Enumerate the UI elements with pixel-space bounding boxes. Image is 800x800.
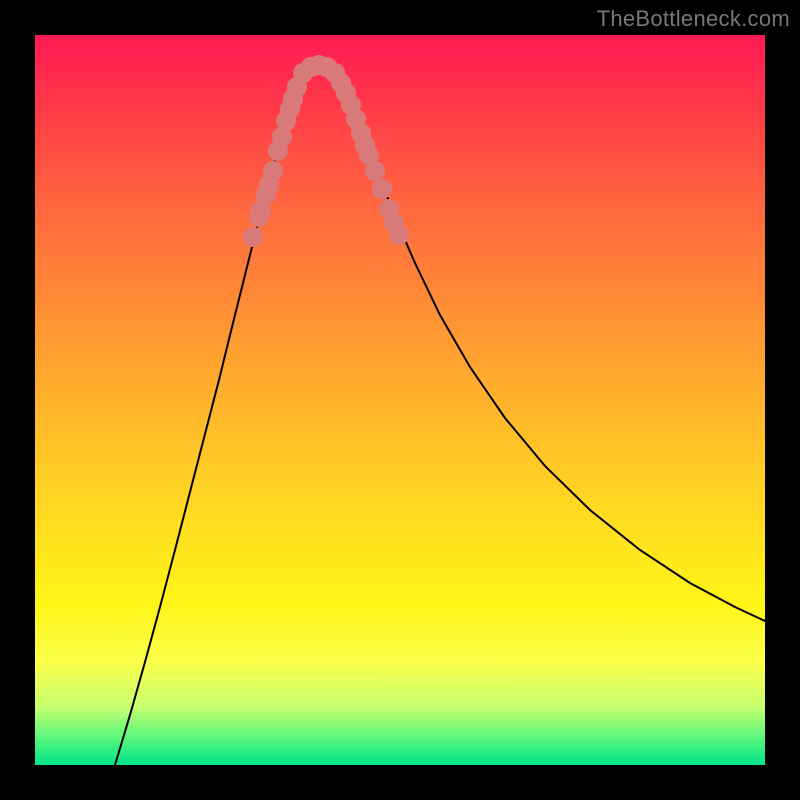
data-marker	[389, 225, 409, 245]
curve-right-branch	[339, 77, 765, 621]
watermark-text: TheBottleneck.com	[597, 6, 790, 32]
plot-area	[35, 35, 765, 765]
chart-svg	[35, 35, 765, 765]
data-marker	[263, 161, 283, 181]
chart-frame: TheBottleneck.com	[0, 0, 800, 800]
data-marker	[243, 227, 263, 247]
marker-cluster	[243, 55, 409, 247]
data-marker	[372, 179, 392, 199]
data-marker	[365, 161, 385, 181]
